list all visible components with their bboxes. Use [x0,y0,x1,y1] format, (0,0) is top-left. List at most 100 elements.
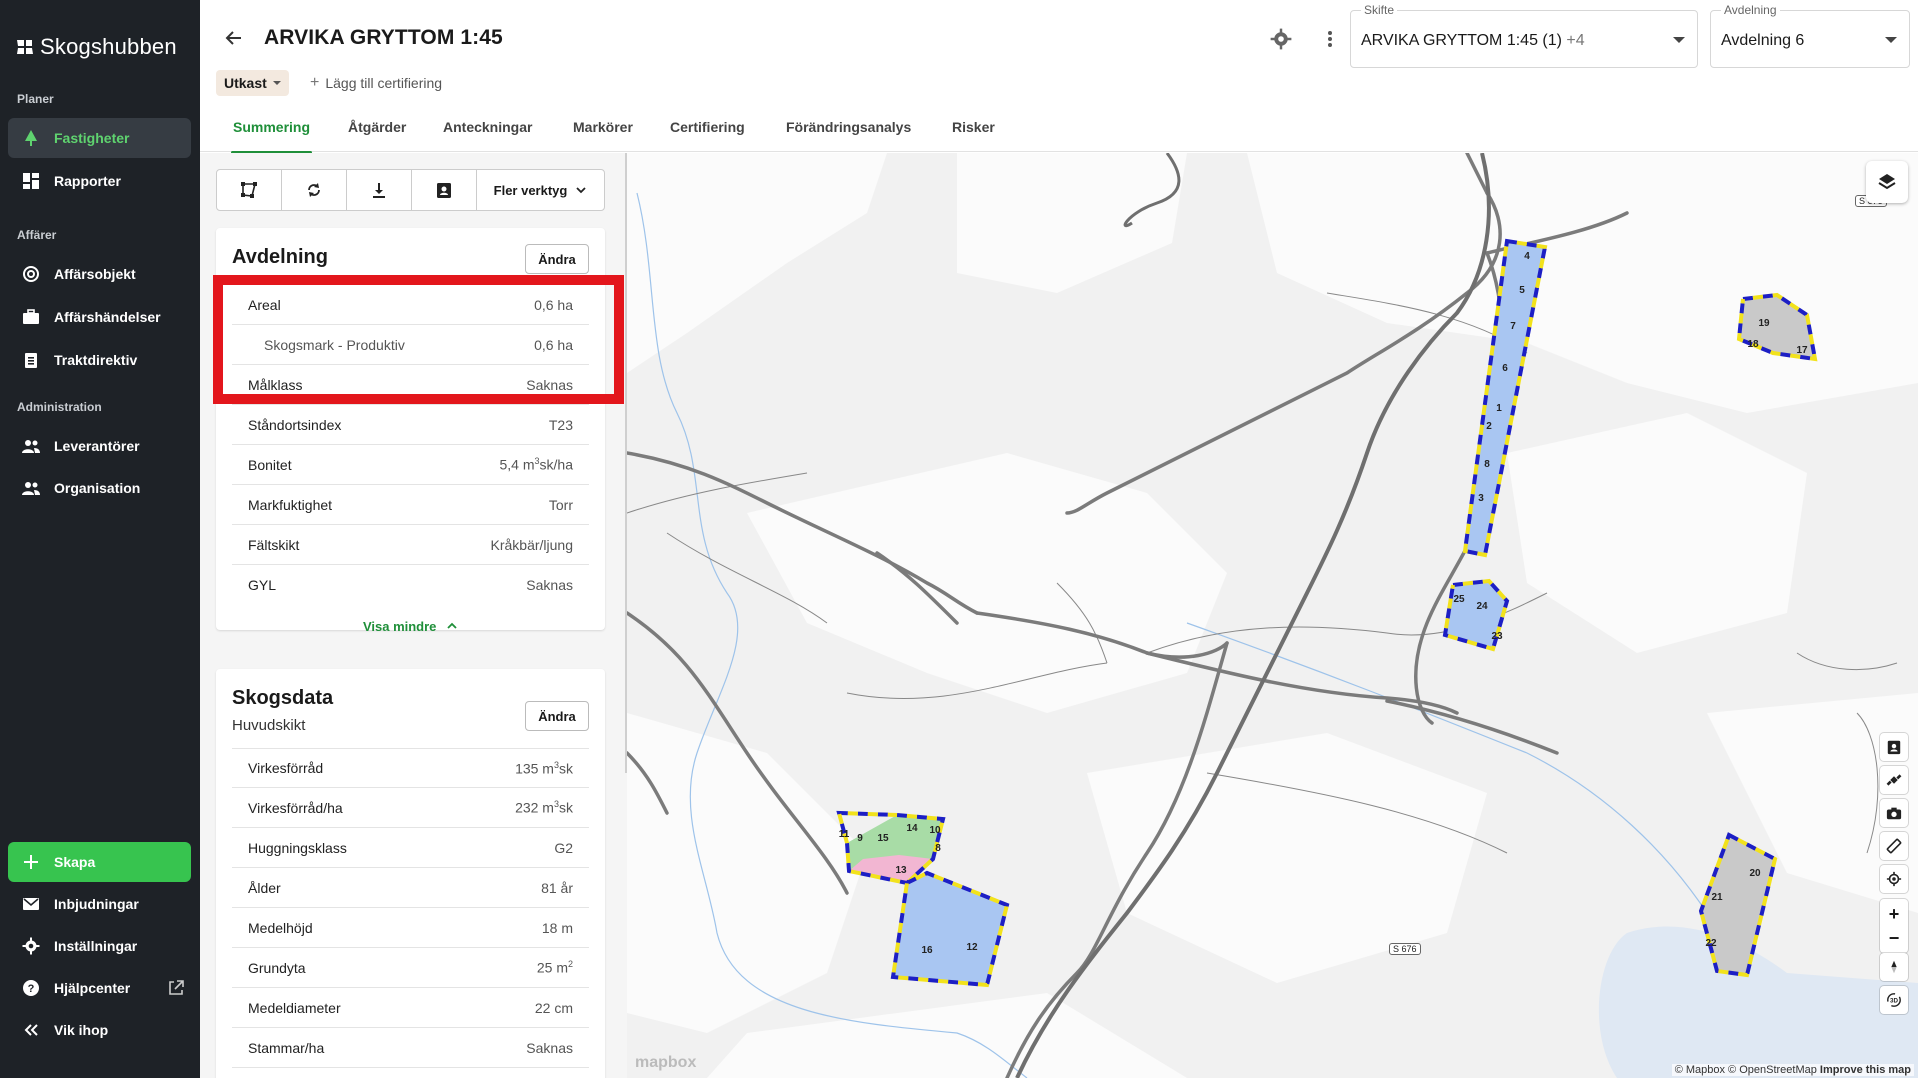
screenshot-button[interactable] [1880,799,1908,827]
contact-card-map-button[interactable] [1880,733,1908,761]
tab-bar: Summering Åtgärder Anteckningar Markörer… [200,108,1918,154]
prop-row-medelhojd: Medelhöjd 18 m [232,908,589,948]
parcel-label: 17 [1796,345,1808,356]
settings-button[interactable] [1270,28,1292,56]
prop-value: 25 m2 [537,959,573,976]
gear-icon [1270,28,1292,50]
status-dropdown[interactable]: Utkast [216,70,289,96]
parcel-label: 16 [921,945,933,956]
avdelning-card-title: Avdelning [232,246,328,268]
sidebar-item-fastigheter[interactable]: Fastigheter [8,118,191,158]
attribution-text[interactable]: © Mapbox © OpenStreetMap [1675,1064,1817,1076]
edit-avdelning-button[interactable]: Ändra [525,244,589,274]
satellite-icon [1886,774,1902,786]
tab-certifiering[interactable]: Certifiering [670,119,745,135]
parcel-label: 6 [1502,363,1508,374]
sidebar: Skogshubben Planer Fastigheter Rapporter… [0,0,200,1078]
prop-row-bonitet: Bonitet 5,4 m3sk/ha [232,445,589,485]
prop-value-main: 135 m [515,760,554,777]
parcel-label: 12 [966,942,978,953]
tab-markorer[interactable]: Markörer [573,119,633,135]
show-less-button[interactable]: Visa mindre [216,619,605,634]
app-logo[interactable]: Skogshubben [16,34,177,60]
avdelning-select[interactable]: Avdelning Avdelning 6 [1710,3,1910,68]
prop-key: Markfuktighet [248,496,333,513]
parcel-layer[interactable]: 4 5 7 6 1 2 8 3 25 24 23 19 18 17 11 9 1… [627,153,1918,1078]
draw-polygon-button[interactable] [217,170,282,210]
sidebar-item-affarsobjekt[interactable]: Affärsobjekt [8,254,191,294]
parcel-label: 18 [1747,339,1759,350]
locate-button[interactable] [1880,865,1908,893]
locate-icon [1886,871,1902,887]
measure-button[interactable] [1880,832,1908,860]
prop-row-alder: Ålder 81 år [232,868,589,908]
briefcase-icon [23,309,39,324]
parcel-21 [1698,832,1778,978]
improve-map-link[interactable]: Improve this map [1820,1064,1911,1076]
mapbox-logo[interactable]: mapbox [635,1054,696,1072]
prop-value: Saknas [526,577,573,593]
prop-key: Medelhöjd [248,919,313,936]
prop-key: Huggningsklass [248,839,347,856]
svg-text:?: ? [28,983,35,995]
tab-summering[interactable]: Summering [230,119,313,154]
sidebar-item-hjalpcenter[interactable]: ? Hjälpcenter [8,968,191,1008]
sidebar-item-installningar[interactable]: Inställningar [8,926,191,966]
zoom-out-button[interactable]: − [1889,929,1900,947]
parcel-label: 22 [1705,938,1717,949]
parcel-label: 7 [1510,321,1516,332]
sync-button[interactable] [282,170,347,210]
sidebar-item-label: Traktdirektiv [54,352,138,368]
back-button[interactable] [224,28,244,54]
parcel-label: 13 [895,865,907,876]
add-certification-button[interactable]: + Lägg till certifiering [310,74,442,92]
prop-row-grundyta: Grundyta 25 m2 [232,948,589,988]
map-view[interactable]: 4 5 7 6 1 2 8 3 25 24 23 19 18 17 11 9 1… [627,153,1918,1078]
compass-button[interactable] [1880,953,1908,981]
parcel-label: 1 [1496,403,1502,414]
skifte-select[interactable]: Skifte ARVIKA GRYTTOM 1:45 (1) +4 [1350,3,1698,68]
parcel-12 [890,870,1010,988]
prop-value: 18 m [541,919,573,936]
skifte-value-text: ARVIKA GRYTTOM 1:45 (1) [1361,32,1562,49]
tab-anteckningar[interactable]: Anteckningar [443,119,532,135]
highlight-box [213,275,624,404]
prop-row-virkesforrad: Virkesförråd 135 m3sk [232,748,589,788]
external-link-icon [169,980,184,995]
3d-icon: 3D [1887,993,1901,1007]
sidebar-item-rapporter[interactable]: Rapporter [8,161,191,201]
tab-risker[interactable]: Risker [952,119,995,135]
create-button[interactable]: Skapa [8,842,191,882]
more-options-button[interactable] [1324,28,1336,56]
sidebar-item-affarshandelser[interactable]: Affärshändelser [8,297,191,337]
prop-key: Medeldiameter [248,999,341,1016]
svg-text:3D: 3D [1890,998,1898,1005]
sidebar-item-leverantorer[interactable]: Leverantörer [8,426,191,466]
parcel-label: 21 [1711,892,1723,903]
sidebar-item-label: Affärshändelser [54,309,161,325]
clipboard-icon [25,353,37,368]
contact-card-button[interactable] [412,170,477,210]
prop-value: 81 år [541,879,573,896]
tab-forandringsanalys[interactable]: Förändringsanalys [786,119,911,135]
layers-button[interactable] [1866,161,1908,203]
3d-toggle-button[interactable]: 3D [1880,986,1908,1014]
collapse-sidebar-button[interactable]: Vik ihop [8,1010,191,1050]
prop-row-virkesforrad-ha: Virkesförråd/ha 232 m3sk [232,788,589,828]
section-affarer: Affärer [17,228,57,242]
prop-row-markfuktighet: Markfuktighet Torr [232,485,589,525]
edit-skogsdata-button[interactable]: Ändra [525,701,589,731]
more-tools-button[interactable]: Fler verktyg [477,170,604,210]
sidebar-item-organisation[interactable]: Organisation [8,468,191,508]
create-label: Skapa [54,854,96,870]
satellite-button[interactable] [1880,766,1908,794]
prop-value: 5,4 m3sk/ha [500,456,574,473]
sidebar-item-inbjudningar[interactable]: Inbjudningar [8,884,191,924]
tab-atgarder[interactable]: Åtgärder [348,119,406,135]
sidebar-item-label: Hjälpcenter [54,980,131,996]
download-button[interactable] [347,170,412,210]
prop-row-medeldiameter: Medeldiameter 22 cm [232,988,589,1028]
prop-row-stammar-ha: Stammar/ha Saknas [232,1028,589,1068]
sidebar-item-traktdirektiv[interactable]: Traktdirektiv [8,340,191,380]
zoom-in-button[interactable]: + [1889,905,1900,923]
